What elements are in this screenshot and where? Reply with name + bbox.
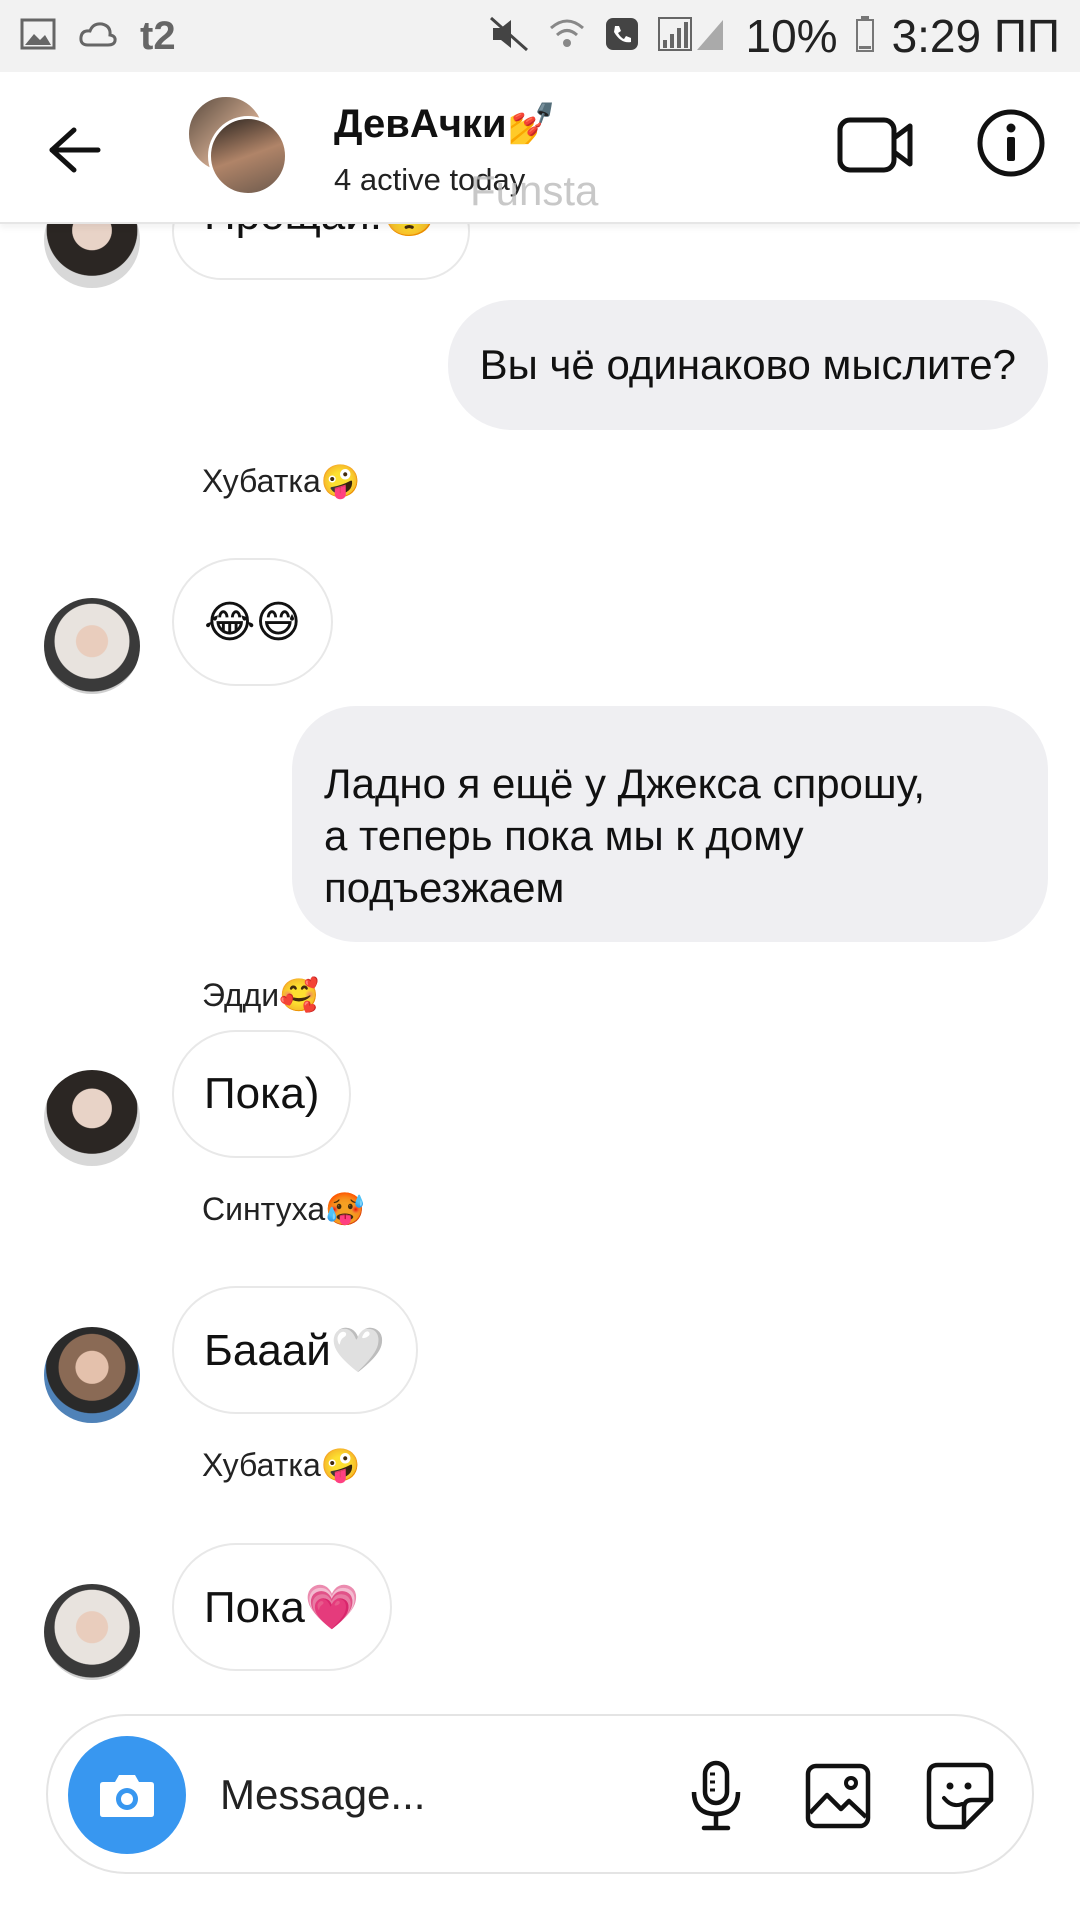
battery-percent: 10% (745, 10, 838, 62)
message-text: Вы чё одинаково мыслите? (479, 341, 1016, 388)
watermark: Funsta (470, 167, 599, 214)
cloud-sync-icon (78, 19, 118, 54)
group-avatar-photo-2 (208, 116, 288, 196)
camera-icon (100, 1775, 154, 1817)
sender-name: Синтуха🥵 (202, 1191, 365, 1227)
gallery-button[interactable] (798, 1756, 878, 1836)
message-text: 😂😅 (204, 597, 302, 647)
message-text: Пока💗 (204, 1583, 360, 1632)
message-bubble-incoming[interactable]: Пока) (172, 1030, 352, 1158)
avatar[interactable] (44, 1584, 140, 1680)
message-bubble-outgoing[interactable]: Вы чё одинаково мыслите? (447, 300, 1048, 430)
sender-name: Хубатка🤪 (202, 1447, 361, 1483)
message-text: Пока) (204, 1069, 320, 1118)
voice-message-button[interactable] (676, 1756, 756, 1836)
avatar[interactable] (44, 1070, 140, 1166)
message-text-line: подъезжаем (324, 864, 565, 911)
battery-icon (855, 15, 874, 57)
chat-header: ДевАчки💅 4 active today Funsta (0, 72, 1080, 224)
message-bubble-incoming[interactable]: Пока💗 (172, 1543, 392, 1671)
message-bubble-outgoing[interactable]: Ладно я ещё у Джекса спрошу, а теперь по… (292, 706, 1048, 942)
sticker-icon (926, 1762, 994, 1830)
info-icon (977, 109, 1045, 177)
video-call-button[interactable] (836, 112, 916, 178)
message-input[interactable] (220, 1760, 640, 1830)
gallery-notification-icon (20, 18, 56, 55)
microphone-icon (691, 1760, 741, 1831)
sender-name: Хубатка🤪 (202, 463, 361, 499)
clock: 3:29 ПП (891, 10, 1060, 62)
sender-name: Эдди🥰 (202, 977, 319, 1013)
group-avatar[interactable] (186, 94, 288, 196)
sticker-button[interactable] (920, 1756, 1000, 1836)
camera-button[interactable] (68, 1736, 186, 1854)
message-bubble-incoming[interactable]: 😂😅 (172, 558, 334, 686)
back-arrow-icon (49, 127, 101, 173)
avatar[interactable] (44, 1327, 140, 1423)
mute-icon (489, 16, 529, 57)
message-text-line: а теперь пока мы к дому (324, 812, 804, 859)
video-camera-icon (837, 117, 913, 173)
phone-icon (605, 17, 639, 56)
back-button[interactable] (38, 114, 110, 186)
message-text-line: Ладно я ещё у Джекса спрошу, (324, 760, 926, 807)
message-text: Бааай🤍 (204, 1326, 386, 1375)
status-bar: t2 10% 3:29 ПП (0, 0, 1080, 72)
message-bubble-incoming[interactable]: Бааай🤍 (172, 1286, 418, 1414)
carrier-label: t2 (140, 13, 176, 58)
message-composer (46, 1714, 1034, 1874)
wifi-icon (547, 16, 587, 57)
avatar[interactable] (44, 598, 140, 694)
signal-icon (657, 16, 727, 57)
chat-title[interactable]: ДевАчки💅 (334, 100, 556, 147)
image-icon (805, 1763, 871, 1829)
info-button[interactable] (976, 108, 1046, 178)
